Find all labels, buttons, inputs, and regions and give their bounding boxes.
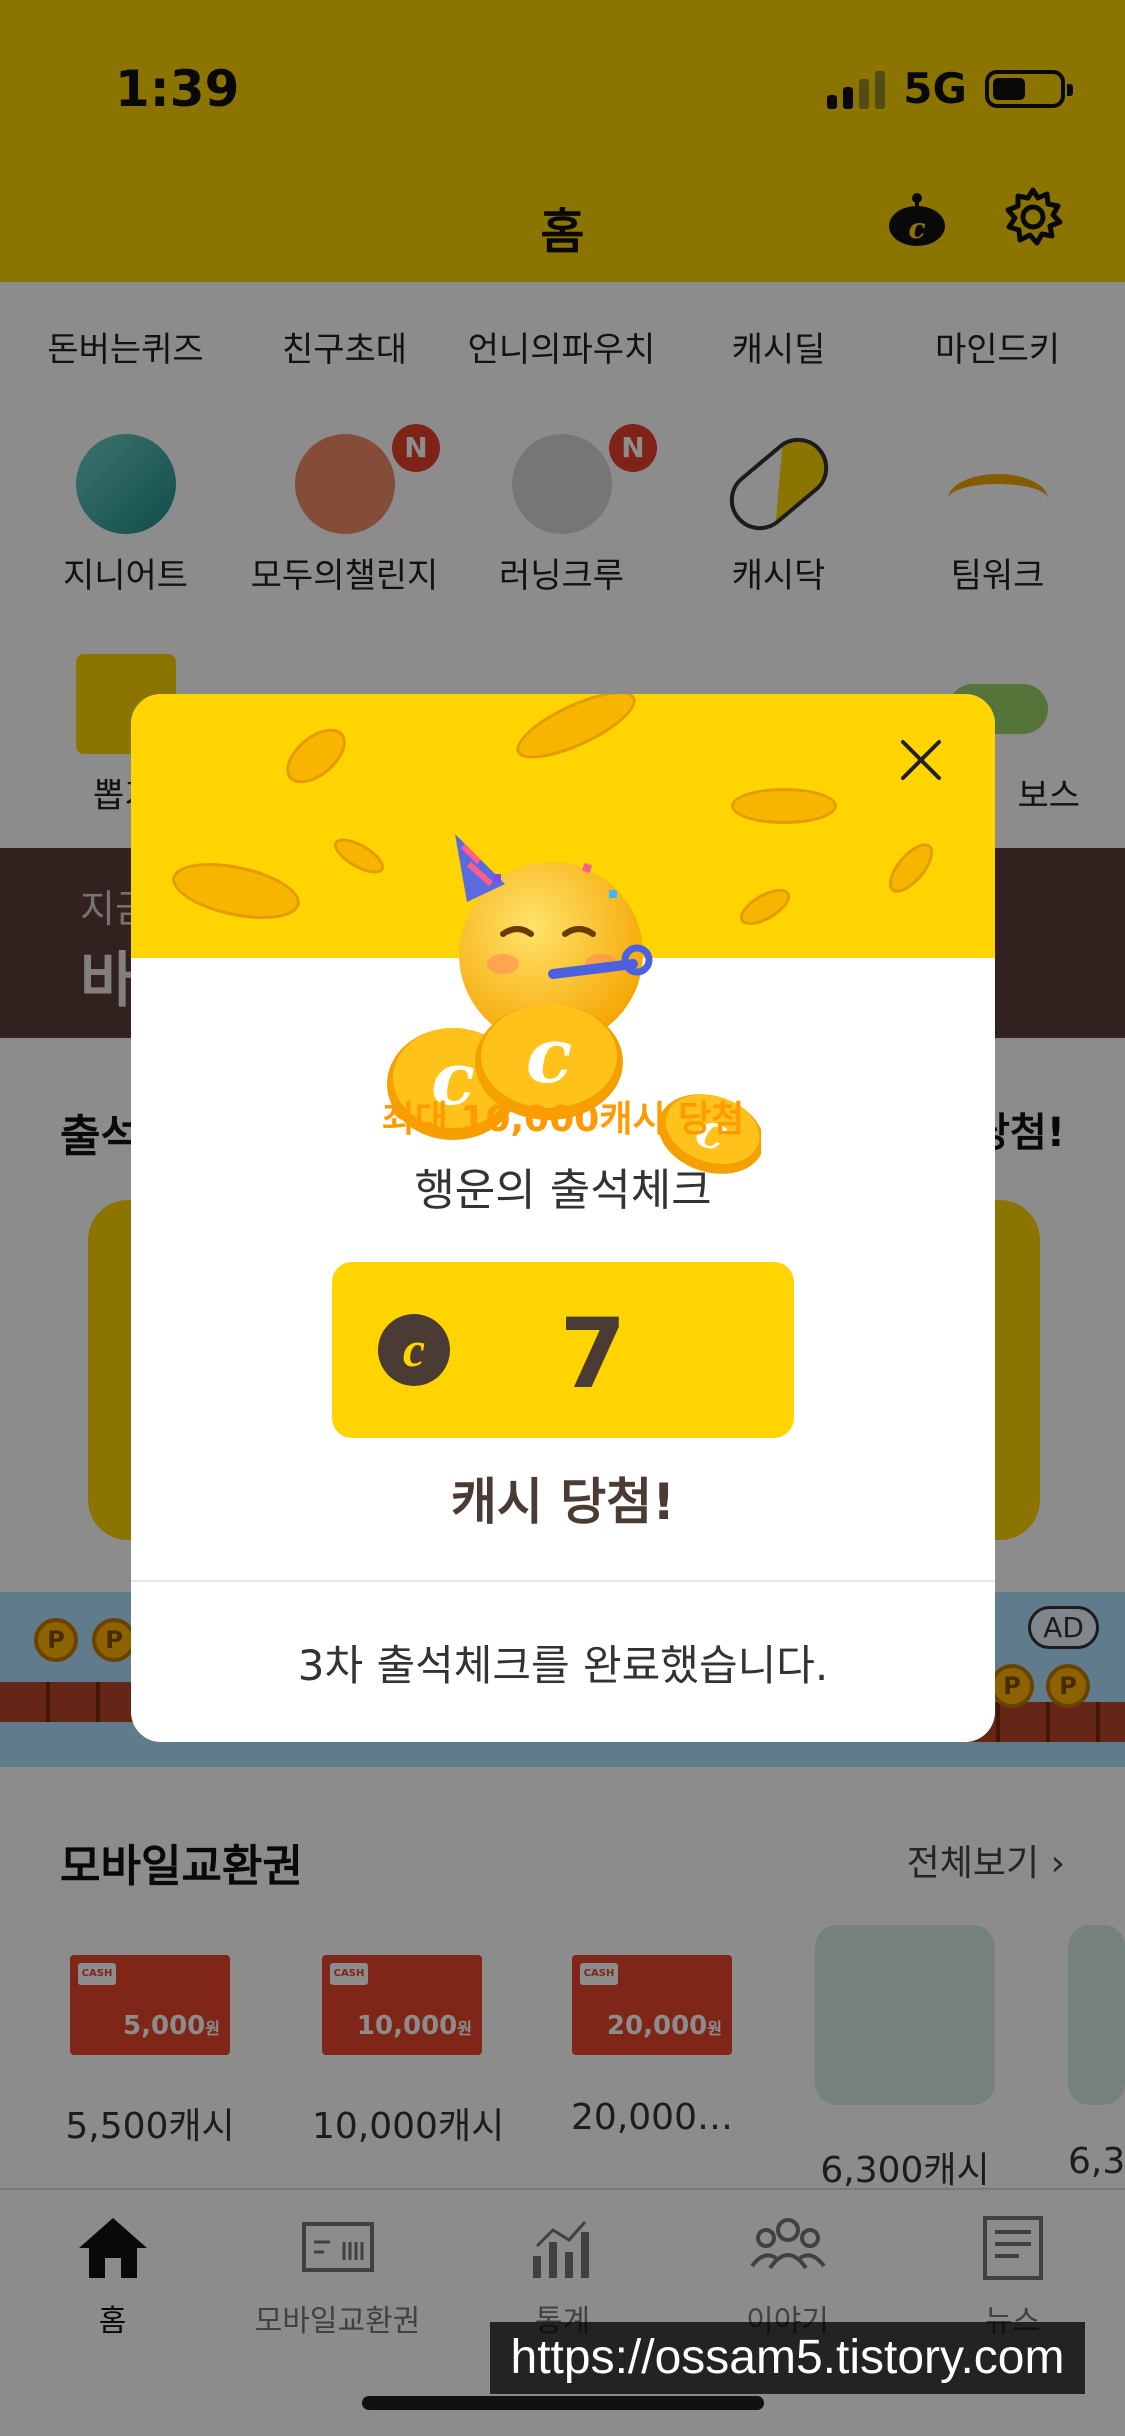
- result-text: 캐시 당첨!: [450, 1473, 676, 1531]
- cash-amount: 7: [559, 1298, 627, 1410]
- divider: [131, 1580, 995, 1582]
- home-indicator[interactable]: [362, 2396, 764, 2410]
- watermark: https://ossam5.tistory.com: [490, 2322, 1085, 2394]
- dialog-title: 행운의 출석체크: [414, 1165, 712, 1216]
- gold-coins-icon: c c c: [387, 1004, 761, 1174]
- svg-text:c: c: [526, 1011, 572, 1100]
- attendance-result-dialog: c c c 최대 10,000캐시 당첨 행운의 출석체크 c 7 캐시 당첨!…: [131, 694, 995, 1742]
- dialog-subtitle: 최대 10,000캐시 당첨: [381, 1099, 745, 1140]
- completion-message: 3차 출석체크를 완료했습니다.: [297, 1641, 829, 1690]
- close-icon[interactable]: [891, 730, 951, 790]
- cash-amount-box: c 7: [332, 1262, 794, 1438]
